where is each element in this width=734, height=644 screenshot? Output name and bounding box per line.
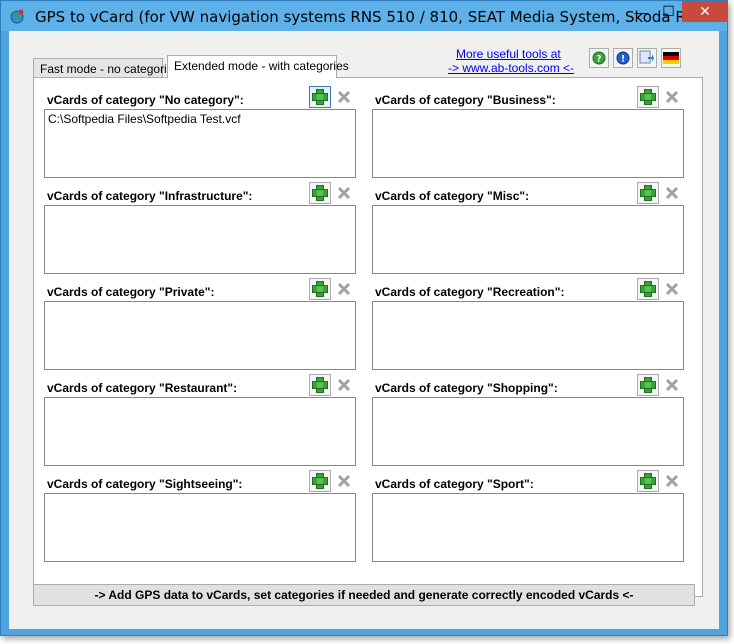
delete-icon [665, 474, 679, 488]
add-business-button[interactable] [637, 86, 659, 108]
category-label-sightseeing: vCards of category "Sightseeing": [47, 477, 243, 491]
list-sightseeing[interactable] [44, 493, 356, 562]
remove-sport-button[interactable] [661, 470, 683, 492]
client-area: Fast mode - no categories Extended mode … [9, 31, 719, 629]
add-sport-button[interactable] [637, 470, 659, 492]
generate-vcards-button[interactable]: -> Add GPS data to vCards, set categorie… [33, 584, 695, 606]
add-private-button[interactable] [309, 278, 331, 300]
delete-icon [337, 378, 351, 392]
category-label-business: vCards of category "Business": [375, 93, 556, 107]
delete-icon [337, 282, 351, 296]
german-flag-icon [663, 52, 679, 64]
list-recreation[interactable] [372, 301, 684, 370]
list-shopping[interactable] [372, 397, 684, 466]
category-label-private: vCards of category "Private": [47, 285, 215, 299]
help-icon: ? [592, 51, 606, 65]
close-button[interactable]: ✕ [682, 1, 728, 22]
remove-private-button[interactable] [333, 278, 355, 300]
remove-business-button[interactable] [661, 86, 683, 108]
category-label-infrastructure: vCards of category "Infrastructure": [47, 189, 253, 203]
delete-icon [665, 282, 679, 296]
remove-recreation-button[interactable] [661, 278, 683, 300]
info-button[interactable]: ! [613, 48, 633, 68]
category-label-no-category: vCards of category "No category": [47, 93, 244, 107]
more-tools-link[interactable]: More useful tools at [456, 47, 561, 61]
update-icon [639, 50, 654, 64]
help-button[interactable]: ? [589, 48, 609, 68]
list-sport[interactable] [372, 493, 684, 562]
delete-icon [665, 90, 679, 104]
remove-sightseeing-button[interactable] [333, 470, 355, 492]
add-restaurant-button[interactable] [309, 374, 331, 396]
delete-icon [337, 90, 351, 104]
add-infrastructure-button[interactable] [309, 182, 331, 204]
category-label-recreation: vCards of category "Recreation": [375, 285, 565, 299]
add-recreation-button[interactable] [637, 278, 659, 300]
app-globe-icon [10, 9, 24, 24]
maximize-button[interactable]: ☐ [655, 1, 682, 22]
minimize-button[interactable]: — [628, 1, 655, 22]
update-button[interactable] [637, 48, 657, 68]
remove-restaurant-button[interactable] [333, 374, 355, 396]
app-window: GPS to vCard (for VW navigation systems … [0, 0, 728, 636]
list-infrastructure[interactable] [44, 205, 356, 274]
tab-fast-mode[interactable]: Fast mode - no categories [33, 58, 179, 78]
window-title: GPS to vCard (for VW navigation systems … [35, 8, 700, 26]
list-misc[interactable] [372, 205, 684, 274]
ab-tools-link[interactable]: -> www.ab-tools.com <- [448, 61, 574, 75]
list-private[interactable] [44, 301, 356, 370]
list-business[interactable] [372, 109, 684, 178]
add-misc-button[interactable] [637, 182, 659, 204]
list-item[interactable]: C:\Softpedia Files\Softpedia Test.vcf [45, 110, 355, 128]
remove-misc-button[interactable] [661, 182, 683, 204]
category-label-misc: vCards of category "Misc": [375, 189, 530, 203]
remove-shopping-button[interactable] [661, 374, 683, 396]
delete-icon [337, 474, 351, 488]
remove-no-category-button[interactable] [333, 86, 355, 108]
category-label-restaurant: vCards of category "Restaurant": [47, 381, 238, 395]
tab-extended-mode[interactable]: Extended mode - with categories [167, 55, 349, 78]
svg-text:?: ? [596, 55, 601, 65]
add-sightseeing-button[interactable] [309, 470, 331, 492]
delete-icon [665, 378, 679, 392]
add-shopping-button[interactable] [637, 374, 659, 396]
title-bar[interactable]: GPS to vCard (for VW navigation systems … [1, 1, 728, 31]
language-button[interactable] [661, 48, 681, 68]
info-icon: ! [616, 51, 630, 65]
remove-infrastructure-button[interactable] [333, 182, 355, 204]
delete-icon [337, 186, 351, 200]
category-label-sport: vCards of category "Sport": [375, 477, 534, 491]
svg-text:!: ! [621, 55, 625, 65]
add-no-category-button[interactable] [309, 86, 331, 108]
category-label-shopping: vCards of category "Shopping": [375, 381, 558, 395]
delete-icon [665, 186, 679, 200]
list-restaurant[interactable] [44, 397, 356, 466]
list-no-category[interactable]: C:\Softpedia Files\Softpedia Test.vcf [44, 109, 356, 178]
